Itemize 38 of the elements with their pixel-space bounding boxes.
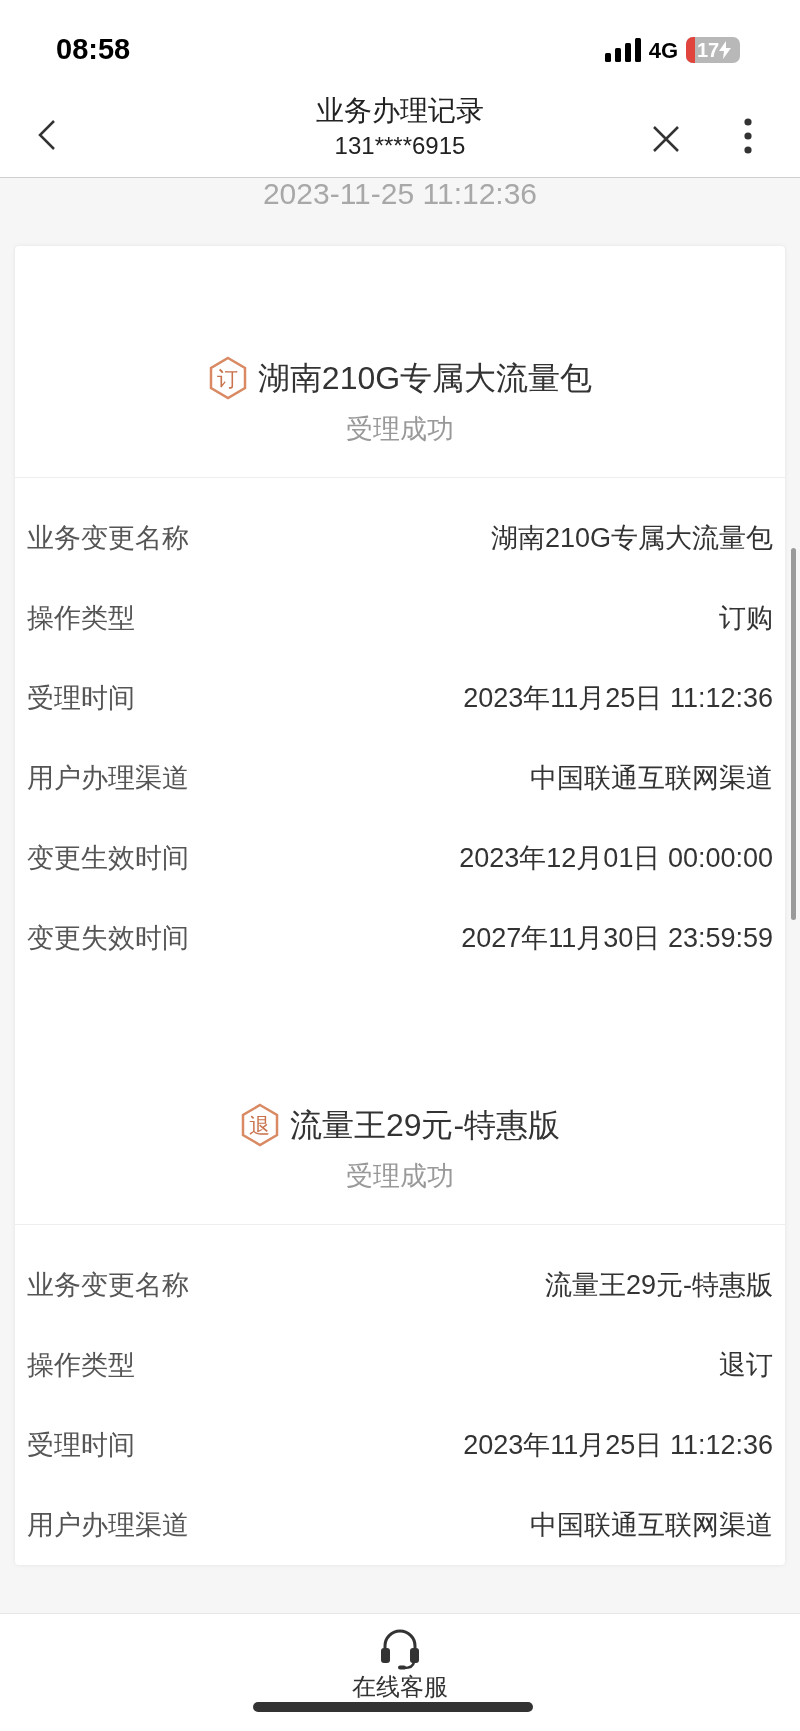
hexagon-badge: 退 — [239, 1103, 280, 1147]
field-label: 操作类型 — [27, 601, 135, 635]
field-value: 中国联通互联网渠道 — [530, 1508, 773, 1542]
page-title: 业务办理记录 — [316, 94, 484, 128]
signal-icon — [604, 38, 641, 62]
status-time: 08:58 — [56, 32, 131, 68]
online-service-button[interactable]: 在线客服 — [340, 1628, 460, 1704]
field-label: 受理时间 — [27, 1428, 135, 1462]
field-label: 操作类型 — [27, 1348, 135, 1382]
close-icon[interactable] — [652, 125, 680, 153]
field-label: 受理时间 — [27, 681, 135, 715]
field-value: 2023年11月25日 11:12:36 — [463, 1428, 773, 1462]
field-value: 流量王29元-特惠版 — [544, 1268, 773, 1302]
field-value: 2023年11月25日 11:12:36 — [463, 681, 773, 715]
record-title: 流量王29元-特惠版 — [289, 1106, 561, 1145]
hexagon-badge: 订 — [207, 356, 248, 400]
field-value: 退订 — [719, 1348, 773, 1382]
field-value: 订购 — [719, 601, 773, 635]
field-label: 业务变更名称 — [27, 1268, 189, 1302]
more-icon[interactable] — [744, 118, 752, 154]
record-date: 2023-11-25 11:12:36 — [262, 176, 538, 212]
field-label: 用户办理渠道 — [27, 1508, 189, 1542]
network-label: 4G — [648, 36, 678, 65]
field-label: 业务变更名称 — [27, 521, 189, 555]
record-status: 受理成功 — [346, 413, 454, 446]
record-status: 受理成功 — [346, 1160, 454, 1193]
field-label: 变更生效时间 — [27, 841, 189, 875]
field-label: 变更失效时间 — [27, 921, 189, 955]
back-icon[interactable] — [38, 119, 56, 151]
field-value: 2027年11月30日 23:59:59 — [461, 921, 773, 955]
field-value: 2023年12月01日 00:00:00 — [459, 841, 773, 875]
headset-icon — [380, 1628, 420, 1670]
field-label: 用户办理渠道 — [27, 761, 189, 795]
field-value: 中国联通互联网渠道 — [530, 761, 773, 795]
record-title: 湖南210G专属大流量包 — [257, 359, 593, 398]
battery-indicator: 17 — [686, 37, 740, 63]
phone-number: 131****6915 — [334, 131, 466, 161]
field-value: 湖南210G专属大流量包 — [490, 521, 773, 555]
